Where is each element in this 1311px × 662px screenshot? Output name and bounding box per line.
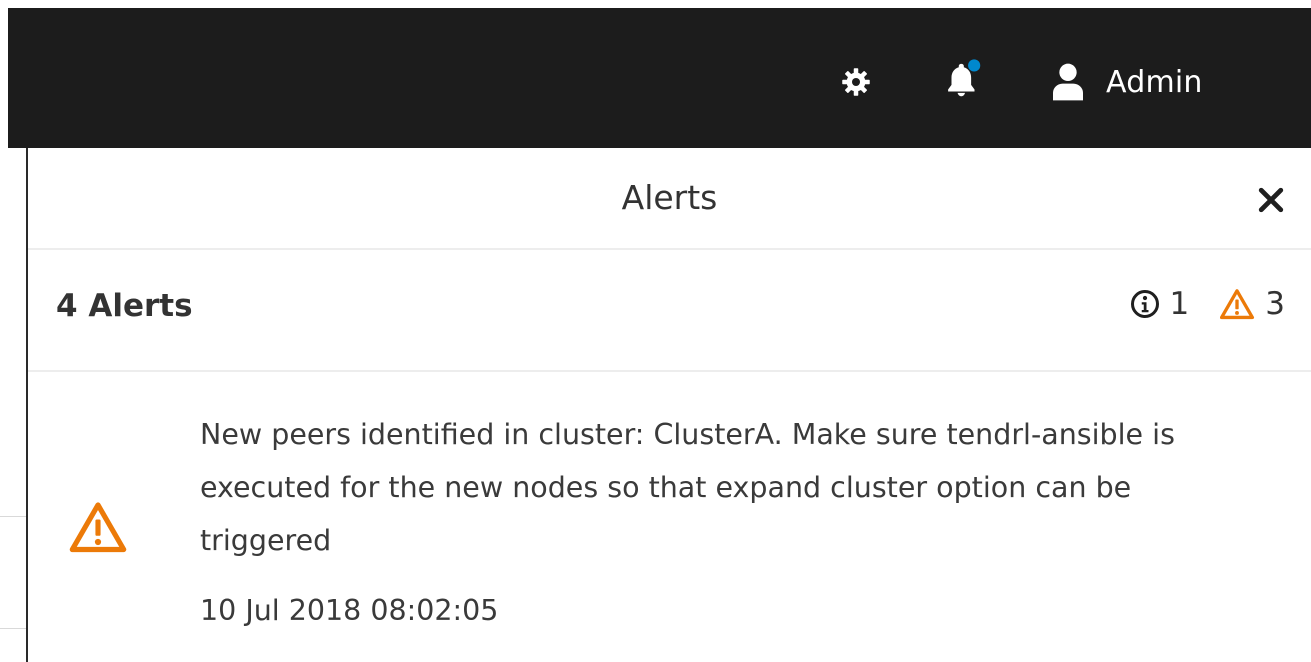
info-count-group: 1 (1130, 286, 1190, 322)
user-menu[interactable]: Admin (1038, 52, 1203, 112)
settings-button[interactable] (826, 52, 886, 112)
user-icon-wrapper (1038, 52, 1098, 112)
background-divider (0, 516, 26, 517)
close-icon (1258, 187, 1284, 213)
background-divider (0, 628, 26, 629)
bell-icon (948, 59, 981, 97)
page: Admin Alerts 4 Alerts 1 3 New peers iden… (0, 0, 1311, 662)
warning-count: 3 (1265, 286, 1285, 322)
warning-count-group: 3 (1219, 286, 1285, 322)
alerts-summary: 4 Alerts 1 3 (28, 250, 1311, 372)
warning-icon (1220, 289, 1255, 320)
drawer-header: Alerts (28, 148, 1311, 250)
top-navigation-bar: Admin (8, 8, 1311, 148)
user-name: Admin (1106, 64, 1203, 100)
notification-badge (968, 59, 981, 72)
alerts-count-title: 4 Alerts (56, 288, 193, 324)
alert-item[interactable]: New peers identified in cluster: Cluster… (28, 372, 1311, 662)
warning-icon (69, 502, 127, 553)
info-count: 1 (1169, 286, 1190, 322)
gear-icon (842, 68, 870, 96)
info-icon (1130, 290, 1159, 318)
close-button[interactable] (1249, 178, 1293, 222)
user-icon (1053, 63, 1083, 101)
alerts-drawer: Alerts 4 Alerts 1 3 New peers identified… (26, 148, 1311, 662)
severity-counts: 1 3 (1130, 286, 1285, 322)
alert-timestamp: 10 Jul 2018 08:02:05 (200, 594, 499, 627)
alert-message: New peers identified in cluster: Cluster… (200, 418, 1175, 557)
notifications-button[interactable] (928, 48, 998, 112)
drawer-title: Alerts (621, 178, 718, 217)
